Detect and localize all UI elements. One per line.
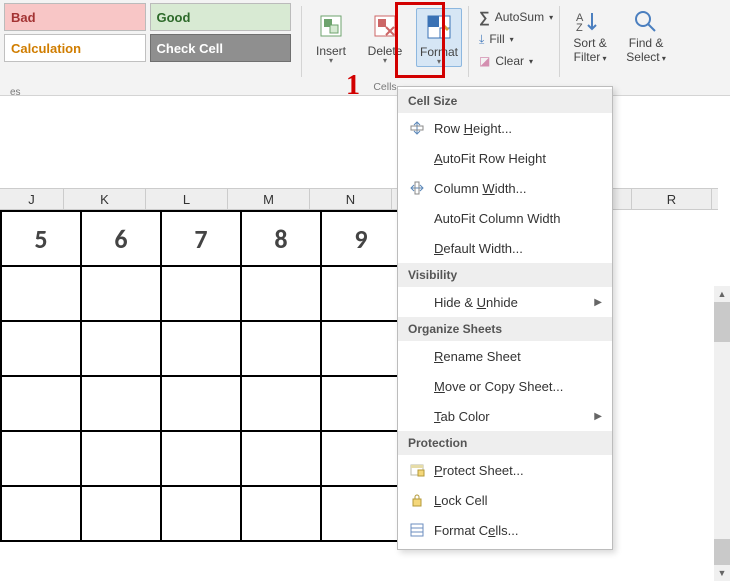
menu-move-copy-label: Move or Copy Sheet...: [434, 379, 563, 394]
table-row[interactable]: [1, 431, 401, 486]
cell-styles-gallery[interactable]: Bad Good Calculation Check Cell: [0, 0, 295, 62]
menu-format-cells-label: Format Cells...: [434, 523, 519, 538]
table-row[interactable]: [1, 486, 401, 541]
menu-autofit-col-label: AutoFit Column Width: [434, 211, 560, 226]
ribbon-separator: [301, 6, 302, 77]
clear-button[interactable]: ◪ Clear ▾: [475, 50, 553, 72]
column-header[interactable]: K: [64, 189, 146, 209]
vertical-scrollbar[interactable]: ▲ ▼: [714, 286, 730, 581]
menu-protect-sheet[interactable]: Protect Sheet...: [398, 455, 612, 485]
menu-tab-color[interactable]: Tab Color ▶: [398, 401, 612, 431]
menu-rename-label: Rename Sheet: [434, 349, 521, 364]
eraser-icon: ◪: [479, 54, 490, 68]
sort-label-1: Sort &: [573, 36, 606, 50]
clear-label: Clear: [495, 54, 524, 68]
style-good[interactable]: Good: [150, 3, 292, 31]
insert-button[interactable]: Insert▾: [308, 8, 354, 65]
sort-icon: AZ: [566, 6, 614, 36]
menu-move-copy-sheet[interactable]: Move or Copy Sheet...: [398, 371, 612, 401]
ribbon-separator-3: [559, 6, 560, 77]
menu-protect-label: Protect Sheet...: [434, 463, 524, 478]
lock-icon: [408, 492, 426, 508]
scroll-down-icon[interactable]: ▼: [714, 565, 730, 581]
menu-autofit-column-width[interactable]: AutoFit Column Width: [398, 203, 612, 233]
scroll-thumb[interactable]: [714, 302, 730, 342]
svg-text:Z: Z: [576, 22, 583, 33]
menu-tab-color-label: Tab Color: [434, 409, 490, 424]
autosum-label: AutoSum: [495, 10, 544, 24]
scroll-thumb-lower[interactable]: [714, 539, 730, 565]
table-row[interactable]: 56789: [1, 211, 401, 266]
menu-row-height-label: Row Height...: [434, 121, 512, 136]
magnifier-icon: [622, 6, 670, 36]
autosum-button[interactable]: ∑ AutoSum ▾: [475, 6, 553, 28]
data-cell[interactable]: 6: [81, 211, 161, 266]
menu-rename-sheet[interactable]: Rename Sheet: [398, 341, 612, 371]
data-cell[interactable]: 9: [321, 211, 401, 266]
column-header[interactable]: L: [146, 189, 228, 209]
data-cell[interactable]: 5: [1, 211, 81, 266]
table-row[interactable]: [1, 376, 401, 431]
menu-section-cellsize: Cell Size: [398, 89, 612, 113]
menu-column-width-label: Column Width...: [434, 181, 527, 196]
menu-autofit-row-label: AutoFit Row Height: [434, 151, 546, 166]
table-row[interactable]: [1, 266, 401, 321]
menu-default-width[interactable]: Default Width...: [398, 233, 612, 263]
format-dropdown-menu: Cell Size Row Height... AutoFit Row Heig…: [397, 86, 613, 550]
menu-default-width-label: Default Width...: [434, 241, 523, 256]
worksheet-area[interactable]: JKLMN R 56789 ▲ ▼: [0, 96, 730, 581]
style-calculation[interactable]: Calculation: [4, 34, 146, 62]
sort-label-2: Filter: [574, 50, 601, 64]
column-header[interactable]: R: [632, 189, 712, 209]
annotation-box-1: [395, 2, 445, 78]
sigma-icon: ∑: [479, 9, 490, 26]
menu-hide-unhide[interactable]: Hide & Unhide ▶: [398, 287, 612, 317]
fill-down-icon: ⤓: [479, 32, 484, 47]
style-bad[interactable]: Bad: [4, 3, 146, 31]
data-cell[interactable]: 8: [241, 211, 321, 266]
menu-section-organize: Organize Sheets: [398, 317, 612, 341]
fill-label: Fill: [489, 32, 504, 46]
menu-section-protection: Protection: [398, 431, 612, 455]
data-cell[interactable]: 7: [161, 211, 241, 266]
column-header[interactable]: N: [310, 189, 392, 209]
insert-cells-icon: [308, 8, 354, 44]
column-header[interactable]: J: [0, 189, 64, 209]
sort-filter-button[interactable]: AZ Sort & Filter ▾: [566, 6, 614, 64]
submenu-arrow-icon: ▶: [594, 297, 602, 308]
ribbon-separator-2: [468, 6, 469, 77]
menu-section-visibility: Visibility: [398, 263, 612, 287]
data-table[interactable]: 56789: [0, 210, 402, 542]
scroll-up-icon[interactable]: ▲: [714, 286, 730, 302]
protect-sheet-icon: [408, 462, 426, 478]
format-cells-dialog-icon: [408, 522, 426, 538]
menu-format-cells[interactable]: Format Cells...: [398, 515, 612, 545]
menu-hide-unhide-label: Hide & Unhide: [434, 295, 518, 310]
find-label-1: Find &: [629, 36, 664, 50]
find-label-2: Select: [626, 50, 659, 64]
submenu-arrow-icon: ▶: [594, 411, 602, 422]
menu-column-width[interactable]: Column Width...: [398, 173, 612, 203]
menu-lock-label: Lock Cell: [434, 493, 487, 508]
style-check-cell[interactable]: Check Cell: [150, 34, 292, 62]
column-width-icon: [408, 180, 426, 196]
fill-button[interactable]: ⤓ Fill ▾: [475, 28, 553, 50]
editing-group: ∑ AutoSum ▾ ⤓ Fill ▾ ◪ Clear ▾: [475, 0, 553, 72]
menu-lock-cell[interactable]: Lock Cell: [398, 485, 612, 515]
table-row[interactable]: [1, 321, 401, 376]
menu-row-height[interactable]: Row Height...: [398, 113, 612, 143]
row-height-icon: [408, 120, 426, 136]
find-select-button[interactable]: Find & Select ▾: [622, 6, 670, 64]
menu-autofit-row-height[interactable]: AutoFit Row Height: [398, 143, 612, 173]
column-header[interactable]: M: [228, 189, 310, 209]
